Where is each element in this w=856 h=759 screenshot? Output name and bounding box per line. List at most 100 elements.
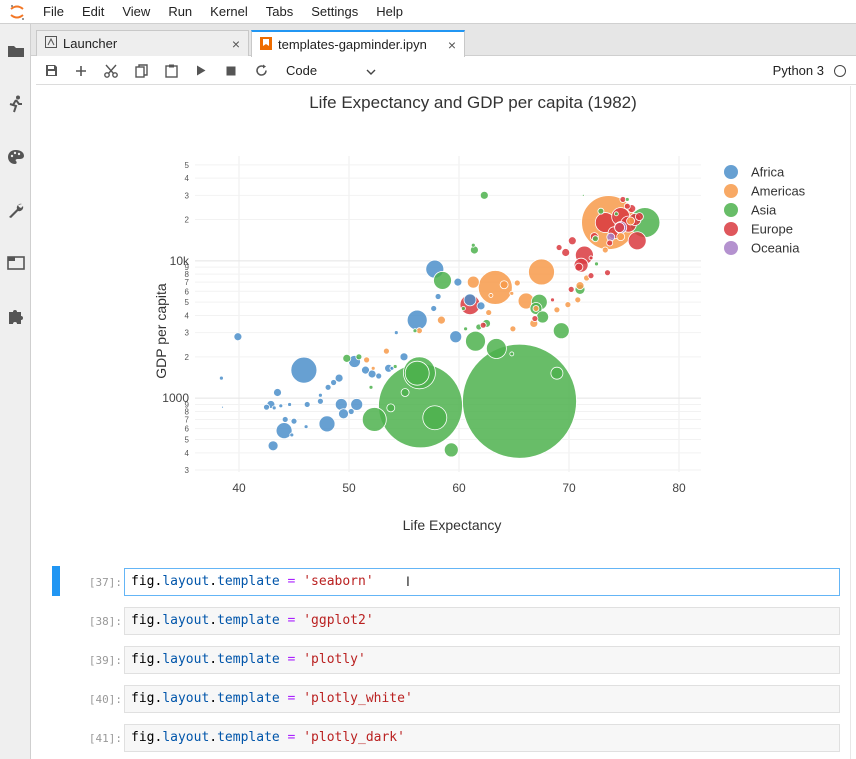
y-tick-label: 5 xyxy=(185,436,190,445)
code-token: layout xyxy=(162,691,210,706)
data-point-africa xyxy=(393,330,399,336)
code-cell[interactable]: [41]: fig.layout.template = 'plotly_dark' xyxy=(36,724,846,752)
data-point-americas xyxy=(370,365,376,371)
data-point-europe xyxy=(574,262,584,272)
data-point-africa xyxy=(218,375,224,381)
data-point-africa xyxy=(233,332,243,342)
data-point-asia xyxy=(404,360,430,386)
y-axis-label: GDP per capita xyxy=(153,283,169,379)
data-point-asia xyxy=(463,326,469,332)
data-point-asia xyxy=(479,190,489,200)
kernel-indicator[interactable]: Python 3 xyxy=(773,63,846,78)
save-icon[interactable] xyxy=(36,57,66,85)
code-editor[interactable]: fig.layout.template = 'plotly' xyxy=(124,646,840,674)
data-point-asia xyxy=(462,343,577,459)
y-tick-label: 5 xyxy=(185,161,190,170)
data-point-africa xyxy=(324,383,332,391)
jupyter-logo-icon xyxy=(0,0,34,24)
y-tick-label: 2 xyxy=(185,353,190,362)
folder-icon[interactable] xyxy=(0,24,31,77)
data-point-asia xyxy=(412,328,418,334)
data-point-africa xyxy=(271,405,277,411)
code-editor[interactable]: fig.layout.template = 'plotly_white' xyxy=(124,685,840,713)
menu-tabs[interactable]: Tabs xyxy=(257,0,302,24)
cut-icon[interactable] xyxy=(96,57,126,85)
code-editor[interactable]: fig.layout.template = 'seaborn' xyxy=(124,568,840,596)
stop-icon[interactable] xyxy=(216,57,246,85)
tab-notebook[interactable]: templates-gapminder.ipyn × xyxy=(251,30,465,57)
paste-icon[interactable] xyxy=(156,57,186,85)
chevron-down-icon xyxy=(366,63,376,78)
data-point-americas xyxy=(509,290,515,296)
data-point-asia xyxy=(443,442,459,458)
tab-launcher-close-icon[interactable]: × xyxy=(232,36,240,52)
data-point-americas xyxy=(528,258,555,286)
launcher-icon xyxy=(45,36,57,51)
y-tick-label: 3 xyxy=(185,191,190,200)
data-point-europe xyxy=(606,239,614,247)
data-point-americas xyxy=(436,315,446,325)
data-point-europe xyxy=(567,285,575,293)
notebook-toolbar: Code Python 3 xyxy=(36,57,856,85)
code-token: . xyxy=(209,691,218,706)
cell-type-select[interactable]: Code xyxy=(286,63,376,78)
data-point-asia xyxy=(581,193,585,197)
data-point-asia xyxy=(552,322,570,340)
legend-label: Europe xyxy=(751,222,793,237)
extension-puzzle-icon[interactable] xyxy=(0,289,31,342)
tab-notebook-close-icon[interactable]: × xyxy=(448,37,456,53)
menu-view[interactable]: View xyxy=(113,0,159,24)
cell-prompt: [37]: xyxy=(88,576,122,589)
code-token: template xyxy=(217,613,280,628)
data-point-europe xyxy=(561,248,571,257)
data-point-africa xyxy=(330,379,338,386)
restart-icon[interactable] xyxy=(246,57,276,85)
data-point-asia xyxy=(550,366,564,380)
data-point-americas xyxy=(513,279,521,287)
menu-edit[interactable]: Edit xyxy=(73,0,113,24)
menu-file[interactable]: File xyxy=(34,0,73,24)
code-cell[interactable]: [37]: fig.layout.template = 'seaborn' xyxy=(36,566,846,596)
data-point-asia xyxy=(597,207,605,215)
code-token: fig xyxy=(131,613,155,628)
data-point-africa xyxy=(281,416,289,423)
menu-settings[interactable]: Settings xyxy=(302,0,367,24)
data-point-africa xyxy=(273,388,282,397)
scrollbar[interactable] xyxy=(850,86,851,759)
data-point-africa xyxy=(318,415,336,433)
tab-notebook-label: templates-gapminder.ipyn xyxy=(278,37,427,52)
y-tick-label: 1000 xyxy=(162,391,189,405)
data-point-asia xyxy=(400,388,410,397)
menu-help[interactable]: Help xyxy=(367,0,412,24)
add-cell-icon[interactable] xyxy=(66,57,96,85)
menu-kernel[interactable]: Kernel xyxy=(201,0,257,24)
data-point-americas xyxy=(363,356,371,364)
code-token: layout xyxy=(162,730,210,745)
code-editor[interactable]: fig.layout.template = 'plotly_dark' xyxy=(124,724,840,752)
tabs-icon[interactable] xyxy=(0,236,31,289)
data-point-asia xyxy=(355,353,363,361)
data-point-asia xyxy=(361,407,387,432)
data-point-africa xyxy=(316,397,324,405)
data-point-americas xyxy=(575,281,585,291)
code-cell[interactable]: [40]: fig.layout.template = 'plotly_white… xyxy=(36,685,846,713)
code-cell[interactable]: [39]: fig.layout.template = 'plotly' xyxy=(36,646,846,674)
menu-run[interactable]: Run xyxy=(159,0,201,24)
wrench-icon[interactable] xyxy=(0,183,31,236)
y-tick-label: 2 xyxy=(185,216,190,225)
palette-icon[interactable] xyxy=(0,130,31,183)
code-editor[interactable]: fig.layout.template = 'ggplot2' xyxy=(124,607,840,635)
legend-marker xyxy=(724,184,738,198)
legend-label: Oceania xyxy=(751,241,800,256)
copy-icon[interactable] xyxy=(126,57,156,85)
data-point-americas xyxy=(626,216,635,226)
y-tick-label: 6 xyxy=(185,287,190,296)
data-point-africa xyxy=(430,305,438,312)
run-icon[interactable] xyxy=(186,57,216,85)
running-icon[interactable] xyxy=(0,77,31,130)
y-tick-label: 6 xyxy=(185,425,190,434)
data-point-americas xyxy=(509,325,517,333)
code-cell[interactable]: [38]: fig.layout.template = 'ggplot2' xyxy=(36,607,846,635)
tab-launcher[interactable]: Launcher × xyxy=(36,30,249,56)
x-tick-label: 70 xyxy=(562,481,576,495)
